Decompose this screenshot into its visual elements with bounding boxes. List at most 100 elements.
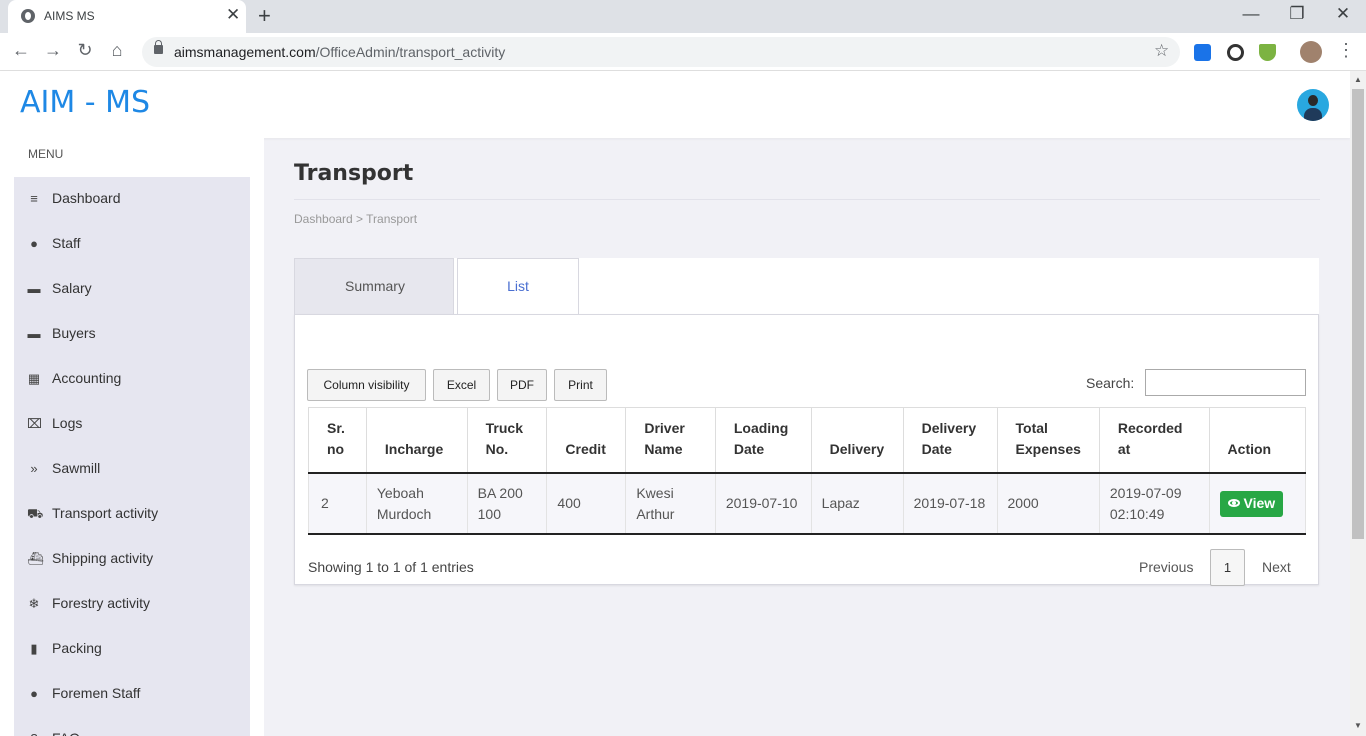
column-header[interactable]: Credit: [546, 407, 627, 474]
sidebar-item-label: Shipping activity: [52, 550, 154, 566]
new-tab-button[interactable]: +: [258, 3, 271, 29]
minimize-window-button[interactable]: —: [1236, 4, 1266, 24]
search-extension-icon[interactable]: [1194, 44, 1211, 61]
sidebar-item-salary[interactable]: ▬ Salary: [14, 267, 250, 312]
sidebar-item-buyers[interactable]: ▬ Buyers: [14, 312, 250, 357]
tab-list-label: List: [507, 278, 529, 294]
browser-menu-icon[interactable]: ⋮: [1337, 40, 1355, 61]
money-icon: ▬: [27, 281, 41, 296]
money-icon: ▬: [27, 326, 41, 341]
column-header[interactable]: Delivery Date: [903, 407, 998, 474]
view-button[interactable]: View: [1219, 490, 1284, 517]
sidebar-item-accounting[interactable]: ▦ Accounting: [14, 357, 250, 402]
browser-profile-avatar[interactable]: [1300, 41, 1322, 63]
user-icon: ●: [30, 236, 38, 251]
column-header[interactable]: Delivery: [811, 407, 904, 474]
sidebar-item-foremen-staff[interactable]: ● Foremen Staff: [14, 672, 250, 717]
sidebar-item-staff[interactable]: ● Staff: [14, 222, 250, 267]
column-header[interactable]: Recorded at: [1099, 407, 1210, 474]
cell-line: 02:10:49: [1109, 505, 1165, 522]
user-avatar[interactable]: [1297, 89, 1329, 121]
browser-tab[interactable]: AIMS MS ✕: [8, 0, 246, 33]
cell-incharge: Yeboah Murdoch: [366, 473, 468, 535]
sidebar-item-label: Sawmill: [52, 460, 101, 476]
back-arrow-icon[interactable]: ←: [9, 40, 33, 61]
maximize-window-button[interactable]: ❐: [1282, 4, 1312, 24]
tab-summary-label: Summary: [345, 278, 405, 294]
sidebar-item-packing[interactable]: ▮ Packing: [14, 627, 250, 672]
column-header[interactable]: Incharge: [366, 407, 468, 474]
sidebar-item-transport-activity[interactable]: ⛟ Transport activity: [14, 492, 250, 537]
ship-icon: ⛴: [27, 551, 44, 566]
sidebar-menu: ≡ Dashboard ● Staff ▬ Salary ▬ Buyers ▦ Accountin…: [14, 177, 250, 736]
excel-export-button[interactable]: Excel: [433, 369, 490, 401]
column-visibility-button[interactable]: Column visibility: [307, 369, 426, 401]
download-extension-icon[interactable]: [1259, 44, 1276, 61]
forward-arrow-icon[interactable]: →: [41, 40, 65, 61]
sidebar-item-forestry-activity[interactable]: ❄ Forestry activity: [14, 582, 250, 627]
pagination-previous[interactable]: Previous: [1139, 559, 1193, 575]
column-header-line: Incharge: [384, 441, 444, 457]
close-tab-icon[interactable]: ✕: [226, 5, 240, 25]
column-header-line: Delivery: [829, 441, 885, 457]
close-window-button[interactable]: ✕: [1328, 4, 1358, 24]
title-divider: [294, 199, 1320, 200]
table-header-row: Sr. no Incharge Truck No. Credit Driver Name Loa…: [308, 407, 1307, 474]
circle-extension-icon[interactable]: [1227, 44, 1244, 61]
scrollbar-thumb[interactable]: [1352, 89, 1364, 539]
sidebar-item-label: Logs: [52, 415, 83, 431]
address-bar[interactable]: aimsmanagement.com/OfficeAdmin/transport…: [142, 37, 1180, 67]
breadcrumb: Dashboard > Transport: [294, 212, 418, 226]
question-icon: ?: [27, 732, 41, 736]
app-page: AIM - MS MENU ≡ Dashboard ● Staff ▬ Salary ▬ Bu…: [0, 71, 1350, 736]
eye-icon: [1227, 498, 1240, 507]
page-scrollbar[interactable]: ▲ ▼: [1350, 71, 1366, 736]
page-title: Transport: [294, 161, 414, 186]
sidebar-item-label: Dashboard: [52, 190, 121, 206]
search-input[interactable]: [1145, 369, 1306, 396]
sidebar-item-label: Forestry activity: [52, 595, 151, 611]
column-header-line: at: [1117, 441, 1131, 457]
tab-list[interactable]: List: [457, 258, 579, 315]
home-icon[interactable]: ⌂: [105, 40, 129, 61]
sidebar-item-logs[interactable]: ⌧ Logs: [14, 402, 250, 447]
snowflake-icon: ❄: [28, 596, 40, 611]
sidebar-item-dashboard[interactable]: ≡ Dashboard: [14, 177, 250, 222]
tab-summary[interactable]: Summary: [294, 258, 454, 314]
double-chevron-icon: »: [30, 461, 38, 476]
column-header-line: Recorded: [1117, 420, 1183, 436]
cell-line: 100: [477, 505, 501, 522]
cell-delivery: Lapaz: [811, 473, 904, 535]
sidebar-item-label: Accounting: [52, 370, 122, 386]
cell-recorded-at: 2019-07-09 02:10:49: [1099, 473, 1210, 535]
column-header[interactable]: Total Expenses: [997, 407, 1100, 474]
pdf-export-button[interactable]: PDF: [497, 369, 547, 401]
pagination-page-1[interactable]: 1: [1210, 549, 1245, 586]
sidebar-item-label: Buyers: [52, 325, 96, 341]
suitcase-icon: ▮: [30, 641, 38, 656]
menu-heading: MENU: [28, 147, 64, 161]
column-header-line: No.: [485, 441, 509, 457]
tab-title: AIMS MS: [44, 9, 95, 23]
brand-logo[interactable]: AIM - MS: [20, 85, 150, 120]
sidebar-item-sawmill[interactable]: » Sawmill: [14, 447, 250, 492]
column-header-line: Action: [1227, 441, 1272, 457]
column-header[interactable]: Action: [1209, 407, 1307, 474]
pagination-next[interactable]: Next: [1262, 559, 1291, 575]
scroll-up-icon[interactable]: ▲: [1350, 75, 1366, 84]
print-button[interactable]: Print: [554, 369, 607, 401]
bookmark-star-icon[interactable]: ☆: [1154, 41, 1169, 61]
lock-icon: [154, 40, 163, 54]
sidebar-item-label: Foremen Staff: [52, 685, 141, 701]
column-header[interactable]: Loading Date: [715, 407, 812, 474]
column-header[interactable]: Driver Name: [625, 407, 716, 474]
sidebar-item-faq[interactable]: ? FAQ: [14, 717, 250, 736]
cell-line: BA 200: [477, 484, 523, 501]
column-header[interactable]: Sr. no: [308, 407, 367, 474]
reload-icon[interactable]: ↻: [73, 40, 97, 61]
column-header-line: Date: [733, 441, 765, 457]
scroll-down-icon[interactable]: ▼: [1350, 721, 1366, 730]
column-header-line: Total: [1015, 420, 1048, 436]
column-header[interactable]: Truck No.: [467, 407, 548, 474]
sidebar-item-shipping-activity[interactable]: ⛴ Shipping activity: [14, 537, 250, 582]
